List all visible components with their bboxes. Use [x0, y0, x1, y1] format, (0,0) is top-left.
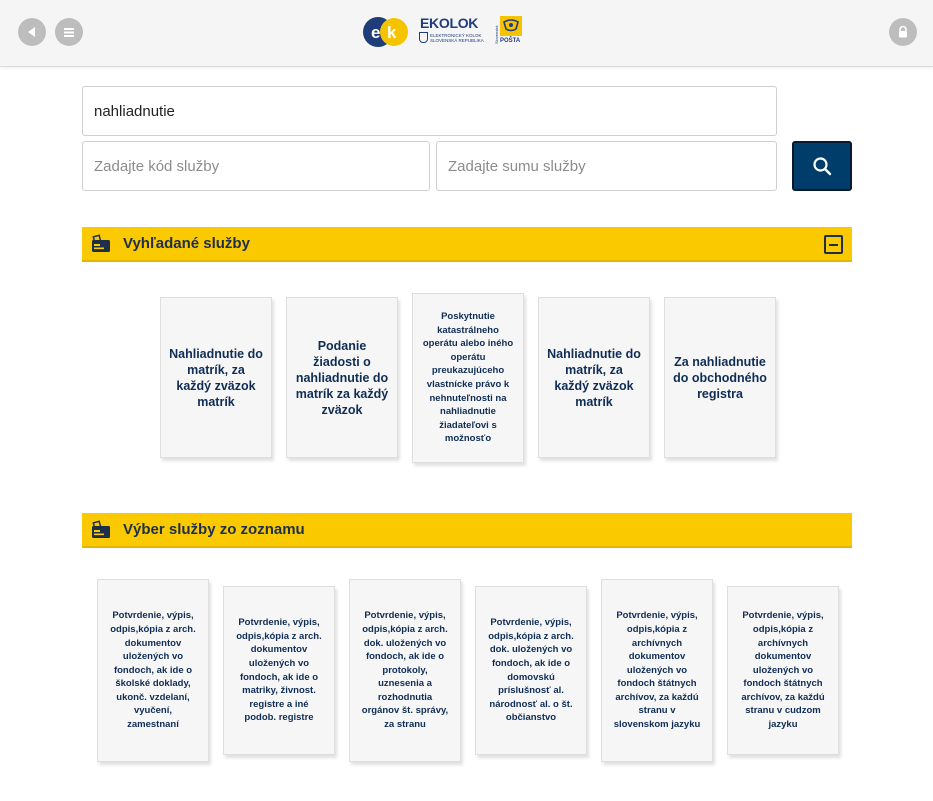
- site-logo[interactable]: e k EKOLOK ELEKTRONICKÝ KOLOK SLOVENSKÁ …: [362, 16, 524, 48]
- ekolok-wordmark: EKOLOK ELEKTRONICKÝ KOLOK SLOVENSKÁ REPU…: [418, 16, 484, 48]
- found-card[interactable]: Za nahliadnutie do obchodného registra: [664, 297, 776, 458]
- search-button[interactable]: [792, 141, 852, 191]
- svg-text:k: k: [387, 23, 397, 42]
- found-services-header: Vyhľadané služby: [82, 227, 852, 262]
- service-list-header: Výber služby zo zoznamu: [82, 513, 852, 548]
- back-button[interactable]: [18, 18, 46, 46]
- collapse-button[interactable]: [824, 235, 843, 254]
- lock-icon: [899, 25, 907, 38]
- service-card[interactable]: Potvrdenie, výpis, odpis,kópia z arch. d…: [97, 579, 209, 762]
- ek-logo-icon: e k: [363, 17, 408, 47]
- lock-button[interactable]: [889, 18, 917, 46]
- service-card[interactable]: Potvrdenie, výpis, odpis,kópia z arch. d…: [223, 586, 335, 755]
- service-card[interactable]: Potvrdenie, výpis, odpis,kópia z arch. d…: [475, 586, 587, 755]
- coat-of-arms-icon: [419, 32, 428, 43]
- found-card[interactable]: Poskytnutie katastrálneho operátu alebo …: [412, 293, 524, 463]
- search-icon: [813, 157, 832, 176]
- found-services-title: Vyhľadané služby: [123, 235, 250, 252]
- ekolok-title: EKOLOK: [420, 15, 479, 31]
- top-bar: e k EKOLOK ELEKTRONICKÝ KOLOK SLOVENSKÁ …: [0, 0, 933, 67]
- service-list-title: Výber služby zo zoznamu: [123, 521, 305, 538]
- svg-text:e: e: [371, 23, 380, 42]
- posta-text: POŠTA: [500, 38, 521, 44]
- back-icon: [28, 27, 35, 37]
- posta-side-text: Slovenská: [494, 25, 499, 44]
- posta-logo: Slovenská POŠTA: [494, 16, 524, 48]
- posta-horn-icon: [500, 16, 522, 36]
- menu-icon: [64, 28, 74, 37]
- service-card[interactable]: Potvrdenie, výpis, odpis,kópia z archívn…: [727, 586, 839, 755]
- found-card[interactable]: Podanie žiadosti o nahliadnutie do matrí…: [286, 297, 398, 458]
- ekolok-subtitle-2: SLOVENSKÁ REPUBLIKA: [430, 38, 484, 43]
- service-code-input[interactable]: [82, 141, 430, 191]
- search-input[interactable]: [82, 86, 777, 136]
- service-card[interactable]: Potvrdenie, výpis, odpis,kópia z arch. d…: [349, 579, 461, 762]
- found-card[interactable]: Nahliadnutie do matrík, za každý zväzok …: [160, 297, 272, 458]
- service-card[interactable]: Potvrdenie, výpis, odpis,kópia z archívn…: [601, 579, 713, 762]
- minus-icon: [829, 243, 838, 246]
- ticket-icon: [92, 519, 110, 538]
- ticket-icon: [92, 233, 110, 252]
- menu-button[interactable]: [55, 18, 83, 46]
- found-card[interactable]: Nahliadnutie do matrík, za každý zväzok …: [538, 297, 650, 458]
- service-sum-input[interactable]: [436, 141, 777, 191]
